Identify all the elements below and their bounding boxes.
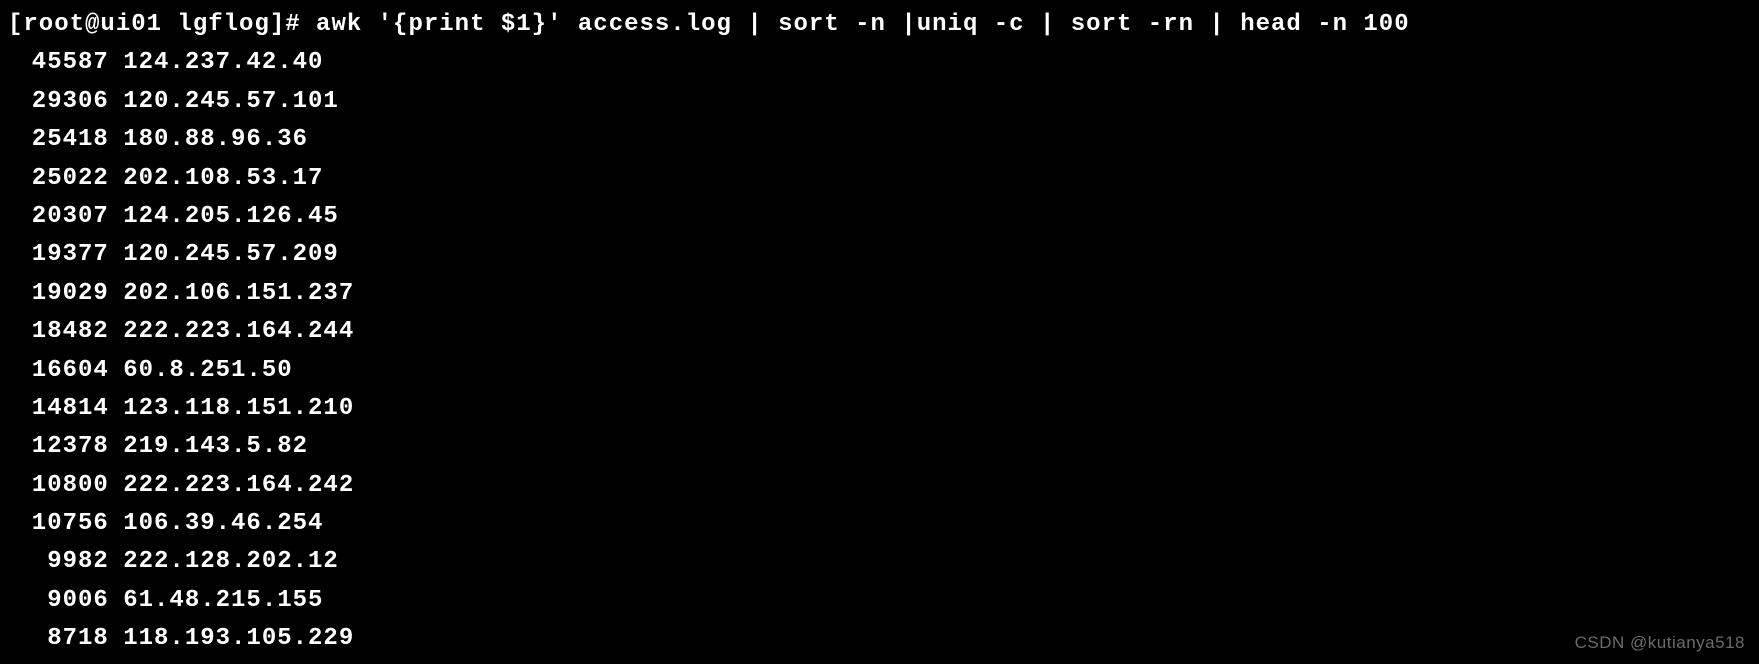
output-row: 45587124.237.42.40	[8, 44, 1751, 82]
request-count: 14814	[8, 390, 109, 428]
request-count: 8718	[8, 620, 109, 658]
request-count: 16604	[8, 352, 109, 390]
request-count: 9006	[8, 582, 109, 620]
shell-command: awk '{print $1}' access.log | sort -n |u…	[316, 11, 1410, 38]
request-count: 12378	[8, 428, 109, 466]
ip-address: 106.39.46.254	[109, 510, 324, 537]
output-row: 14814123.118.151.210	[8, 390, 1751, 428]
output-row: 25022202.108.53.17	[8, 160, 1751, 198]
ip-address: 180.88.96.36	[109, 126, 308, 153]
ip-address: 124.237.42.40	[109, 49, 324, 76]
request-count: 25022	[8, 160, 109, 198]
output-row: 20307124.205.126.45	[8, 198, 1751, 236]
request-count: 18482	[8, 313, 109, 351]
watermark-text: CSDN @kutianya518	[1575, 629, 1745, 656]
ip-address: 222.223.164.244	[109, 318, 354, 345]
request-count: 29306	[8, 83, 109, 121]
output-row: 25418180.88.96.36	[8, 121, 1751, 159]
request-count: 25418	[8, 121, 109, 159]
ip-address: 123.118.151.210	[109, 395, 354, 422]
request-count: 19029	[8, 275, 109, 313]
output-row: 18482222.223.164.244	[8, 313, 1751, 351]
request-count: 9982	[8, 543, 109, 581]
output-row: 8718118.193.105.229	[8, 620, 1751, 658]
output-row: 29306120.245.57.101	[8, 83, 1751, 121]
request-count: 45587	[8, 44, 109, 82]
ip-address: 219.143.5.82	[109, 433, 308, 460]
ip-address: 202.108.53.17	[109, 165, 324, 192]
output-row: 12378219.143.5.82	[8, 428, 1751, 466]
ip-address: 61.48.215.155	[109, 587, 324, 614]
ip-address: 222.128.202.12	[109, 548, 339, 575]
request-count: 10800	[8, 467, 109, 505]
request-count: 10756	[8, 505, 109, 543]
request-count: 19377	[8, 236, 109, 274]
output-row: 9982222.128.202.12	[8, 543, 1751, 581]
ip-address: 118.193.105.229	[109, 625, 354, 652]
ip-address: 120.245.57.209	[109, 241, 339, 268]
output-row: 10756106.39.46.254	[8, 505, 1751, 543]
request-count: 20307	[8, 198, 109, 236]
ip-address: 120.245.57.101	[109, 88, 339, 115]
output-row: 900661.48.215.155	[8, 582, 1751, 620]
terminal-output: 45587124.237.42.4029306120.245.57.101254…	[8, 44, 1751, 658]
ip-address: 60.8.251.50	[109, 357, 293, 384]
ip-address: 202.106.151.237	[109, 280, 354, 307]
ip-address: 124.205.126.45	[109, 203, 339, 230]
ip-address: 222.223.164.242	[109, 472, 354, 499]
output-row: 19377120.245.57.209	[8, 236, 1751, 274]
output-row: 10800222.223.164.242	[8, 467, 1751, 505]
output-row: 1660460.8.251.50	[8, 352, 1751, 390]
shell-prompt: [root@ui01 lgflog]#	[8, 11, 316, 38]
command-line[interactable]: [root@ui01 lgflog]# awk '{print $1}' acc…	[8, 6, 1751, 44]
output-row: 19029202.106.151.237	[8, 275, 1751, 313]
